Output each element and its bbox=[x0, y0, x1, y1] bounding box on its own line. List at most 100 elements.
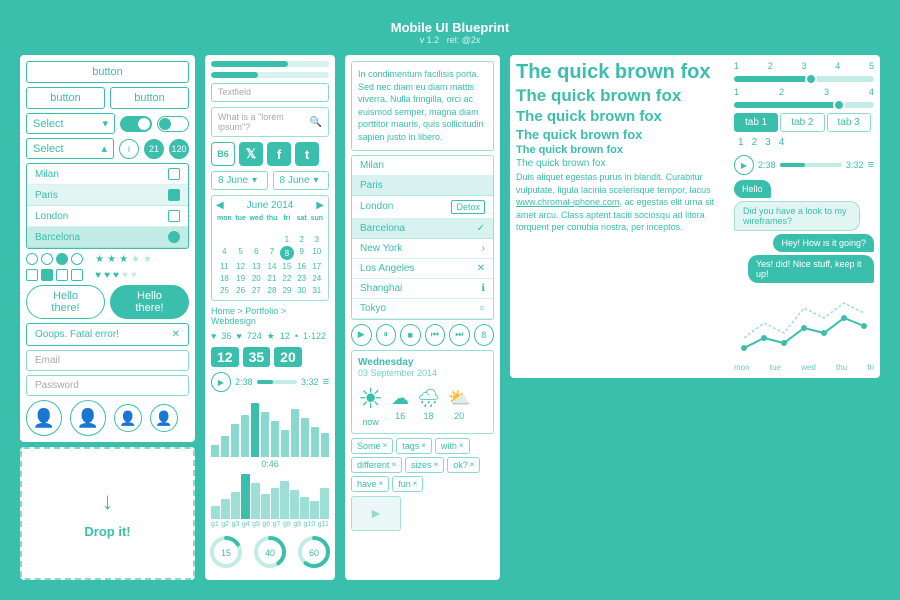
cal-day-24[interactable]: 24 bbox=[310, 273, 324, 284]
media-vol-btn[interactable]: 8 bbox=[474, 324, 495, 346]
city-newyork[interactable]: New York › bbox=[352, 239, 493, 259]
slider-1-thumb[interactable] bbox=[805, 73, 817, 85]
email-field[interactable]: Email bbox=[26, 350, 189, 371]
facebook-icon[interactable]: f bbox=[267, 142, 291, 166]
play-button[interactable]: ▶ bbox=[211, 372, 231, 392]
slider-2-thumb[interactable] bbox=[833, 99, 845, 111]
hello-btn-filled[interactable]: Hello there! bbox=[110, 285, 189, 319]
tab-2[interactable]: tab 2 bbox=[780, 113, 824, 132]
cal-day-14[interactable]: 14 bbox=[265, 261, 279, 272]
radio-1[interactable] bbox=[26, 253, 38, 265]
play-btn-2[interactable]: ▶ bbox=[734, 155, 754, 175]
tag-close-icon-5[interactable]: × bbox=[434, 460, 439, 469]
hello-btn-outline[interactable]: Hello there! bbox=[26, 285, 105, 319]
cal-day-5[interactable]: 5 bbox=[234, 246, 248, 260]
tag-tags[interactable]: tags× bbox=[396, 438, 432, 454]
drop-zone[interactable]: ↓ Drop it! bbox=[20, 447, 195, 580]
tag-close-icon[interactable]: × bbox=[383, 441, 388, 450]
textfield[interactable]: Textfield bbox=[211, 83, 329, 102]
cal-day-3[interactable]: 3 bbox=[310, 234, 324, 245]
cal-day-2[interactable]: 2 bbox=[295, 234, 309, 245]
close-la-icon[interactable]: ✕ bbox=[477, 263, 485, 274]
cal-day-30[interactable]: 30 bbox=[295, 285, 309, 296]
radio-3[interactable] bbox=[56, 253, 68, 265]
city-losangeles[interactable]: Los Angeles ✕ bbox=[352, 259, 493, 279]
twitter-icon[interactable]: 𝕏 bbox=[239, 142, 263, 166]
cal-day-9[interactable]: 9 bbox=[295, 246, 309, 260]
cal-day-4[interactable]: 4 bbox=[216, 246, 233, 260]
cal-day-6[interactable]: 6 bbox=[248, 246, 264, 260]
city-tokyo[interactable]: Tokyo ○ bbox=[352, 299, 493, 319]
radio-2[interactable] bbox=[41, 253, 53, 265]
tag-fun[interactable]: fun× bbox=[392, 476, 423, 492]
audio-track[interactable] bbox=[257, 380, 298, 384]
tag-close-icon-4[interactable]: × bbox=[391, 460, 396, 469]
cal-day-7[interactable]: 7 bbox=[265, 246, 279, 260]
button-secondary-2[interactable]: button bbox=[110, 87, 189, 109]
cal-day-11[interactable]: 11 bbox=[216, 261, 233, 272]
cal-day-13[interactable]: 13 bbox=[248, 261, 264, 272]
slider-2-track[interactable] bbox=[734, 102, 874, 108]
list-item-barcelona[interactable]: Barcelona bbox=[27, 227, 188, 248]
tag-different[interactable]: different× bbox=[351, 457, 402, 473]
city-milan[interactable]: Milan bbox=[352, 156, 493, 176]
select-dropdown-2[interactable]: Select▴ bbox=[26, 138, 114, 159]
cal-day-27[interactable]: 27 bbox=[248, 285, 264, 296]
cal-day-31[interactable]: 31 bbox=[310, 285, 324, 296]
tag-close-icon-2[interactable]: × bbox=[421, 441, 426, 450]
cal-day-29[interactable]: 29 bbox=[280, 285, 294, 296]
check-3[interactable] bbox=[56, 269, 68, 281]
cal-day-23[interactable]: 23 bbox=[295, 273, 309, 284]
tab-1[interactable]: tab 1 bbox=[734, 113, 778, 132]
city-barcelona[interactable]: Barcelona ✓ bbox=[352, 219, 493, 239]
cal-day-15[interactable]: 15 bbox=[280, 261, 294, 272]
cal-day-18[interactable]: 18 bbox=[216, 273, 233, 284]
cal-day-21[interactable]: 21 bbox=[265, 273, 279, 284]
cal-day-25[interactable]: 25 bbox=[216, 285, 233, 296]
audio-track-2[interactable] bbox=[780, 163, 843, 167]
media-prev-btn[interactable]: ⏮ bbox=[425, 324, 446, 346]
city-shanghai[interactable]: Shanghai ℹ bbox=[352, 279, 493, 299]
select-dropdown-1[interactable]: Select▾ bbox=[26, 113, 115, 134]
cal-day-22[interactable]: 22 bbox=[280, 273, 294, 284]
toggle-on[interactable] bbox=[120, 116, 152, 132]
radio-4[interactable] bbox=[71, 253, 83, 265]
date-drop-2[interactable]: 8 June ▾ bbox=[273, 171, 330, 190]
cal-day-16[interactable]: 16 bbox=[295, 261, 309, 272]
tag-have[interactable]: have× bbox=[351, 476, 389, 492]
cal-day-8-today[interactable]: 8 bbox=[280, 246, 294, 260]
media-pause-btn[interactable]: ⏸ bbox=[376, 324, 397, 346]
tag-with[interactable]: with× bbox=[435, 438, 470, 454]
city-london[interactable]: London Detox bbox=[352, 196, 493, 219]
calendar-prev[interactable]: ◀ bbox=[216, 200, 224, 211]
body-link[interactable]: www.chromat-iphone.com bbox=[516, 197, 620, 207]
cal-day-17[interactable]: 17 bbox=[310, 261, 324, 272]
check-1[interactable] bbox=[26, 269, 38, 281]
password-field[interactable]: Password bbox=[26, 375, 189, 396]
tag-close-icon-3[interactable]: × bbox=[459, 441, 464, 450]
button-secondary-1[interactable]: button bbox=[26, 87, 105, 109]
media-skip-btn[interactable]: ⏭ bbox=[449, 324, 470, 346]
toggle-off[interactable] bbox=[157, 116, 189, 132]
cal-day-1[interactable]: 1 bbox=[280, 234, 294, 245]
cal-day-10[interactable]: 10 bbox=[310, 246, 324, 260]
date-drop-1[interactable]: 8 June ▾ bbox=[211, 171, 268, 190]
tag-close-icon-6[interactable]: × bbox=[470, 460, 475, 469]
check-4[interactable] bbox=[71, 269, 83, 281]
tab-3[interactable]: tab 3 bbox=[827, 113, 871, 132]
cal-day-12[interactable]: 12 bbox=[234, 261, 248, 272]
close-icon[interactable]: ✕ bbox=[172, 329, 180, 340]
city-paris[interactable]: Paris bbox=[352, 176, 493, 196]
search-box[interactable]: What is a "lorem ipsum"? 🔍 bbox=[211, 107, 329, 137]
list-item-milan[interactable]: Milan bbox=[27, 164, 188, 185]
tag-close-icon-7[interactable]: × bbox=[379, 479, 384, 488]
media-play-btn[interactable]: ▶ bbox=[351, 324, 372, 346]
slider-1-track[interactable] bbox=[734, 76, 874, 82]
tag-close-icon-8[interactable]: × bbox=[413, 479, 418, 488]
list-item-london[interactable]: London bbox=[27, 206, 188, 227]
cal-day-28[interactable]: 28 bbox=[265, 285, 279, 296]
tag-some[interactable]: Some× bbox=[351, 438, 393, 454]
tumblr-icon[interactable]: t bbox=[295, 142, 319, 166]
list-item-paris[interactable]: Paris bbox=[27, 185, 188, 206]
b6-icon[interactable]: B6 bbox=[211, 142, 235, 166]
